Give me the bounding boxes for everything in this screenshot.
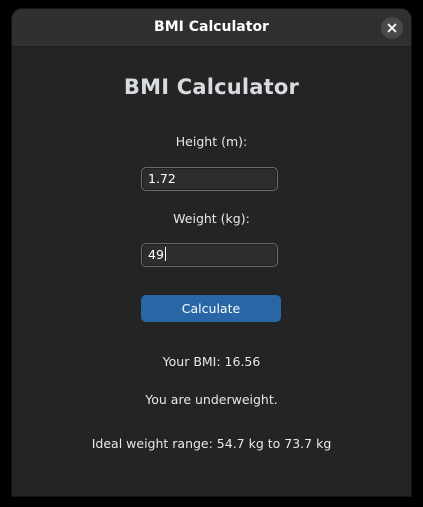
weight-label: Weight (kg): — [173, 211, 250, 226]
weight-input[interactable]: 49 — [141, 243, 278, 267]
close-button[interactable] — [381, 17, 403, 39]
height-input-value: 1.72 — [148, 171, 176, 186]
app-heading: BMI Calculator — [123, 75, 300, 99]
calculate-button[interactable]: Calculate — [141, 295, 281, 322]
main-content: BMI Calculator Height (m): 1.72 Weight (… — [12, 47, 411, 496]
app-window: BMI Calculator BMI Calculator Height (m)… — [12, 9, 411, 496]
text-cursor — [164, 247, 166, 261]
weight-input-value: 49 — [148, 247, 164, 262]
ideal-weight-range: Ideal weight range: 54.7 kg to 73.7 kg — [91, 436, 332, 451]
height-input[interactable]: 1.72 — [141, 167, 278, 191]
title-bar[interactable]: BMI Calculator — [12, 9, 411, 47]
bmi-result: Your BMI: 16.56 — [162, 354, 261, 369]
close-icon — [387, 23, 397, 33]
height-label: Height (m): — [175, 134, 248, 149]
window-title: BMI Calculator — [154, 19, 269, 35]
category-result: You are underweight. — [145, 392, 278, 407]
